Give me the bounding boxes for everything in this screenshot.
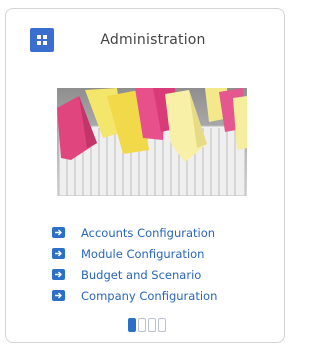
link-label[interactable]: Company Configuration (81, 289, 217, 303)
link-label[interactable]: Accounts Configuration (81, 226, 215, 240)
link-label[interactable]: Budget and Scenario (81, 268, 201, 282)
link-module-configuration[interactable]: Module Configuration (52, 243, 217, 264)
page-indicator-2[interactable] (138, 318, 146, 332)
grid-icon (30, 28, 54, 52)
link-budget-and-scenario[interactable]: Budget and Scenario (52, 264, 217, 285)
page-indicator-1[interactable] (128, 318, 136, 332)
link-company-configuration[interactable]: Company Configuration (52, 285, 217, 306)
arrow-right-icon (52, 290, 65, 301)
arrow-right-icon (52, 248, 65, 259)
pagination (128, 318, 166, 332)
link-label[interactable]: Module Configuration (81, 247, 204, 261)
admin-links: Accounts Configuration Module Configurat… (52, 222, 217, 306)
link-accounts-configuration[interactable]: Accounts Configuration (52, 222, 217, 243)
folder-tabs-image (57, 88, 247, 196)
arrow-right-icon (52, 227, 65, 238)
page-indicator-4[interactable] (158, 318, 166, 332)
page-indicator-3[interactable] (148, 318, 156, 332)
widget-title: Administration (100, 32, 206, 48)
arrow-right-icon (52, 269, 65, 280)
